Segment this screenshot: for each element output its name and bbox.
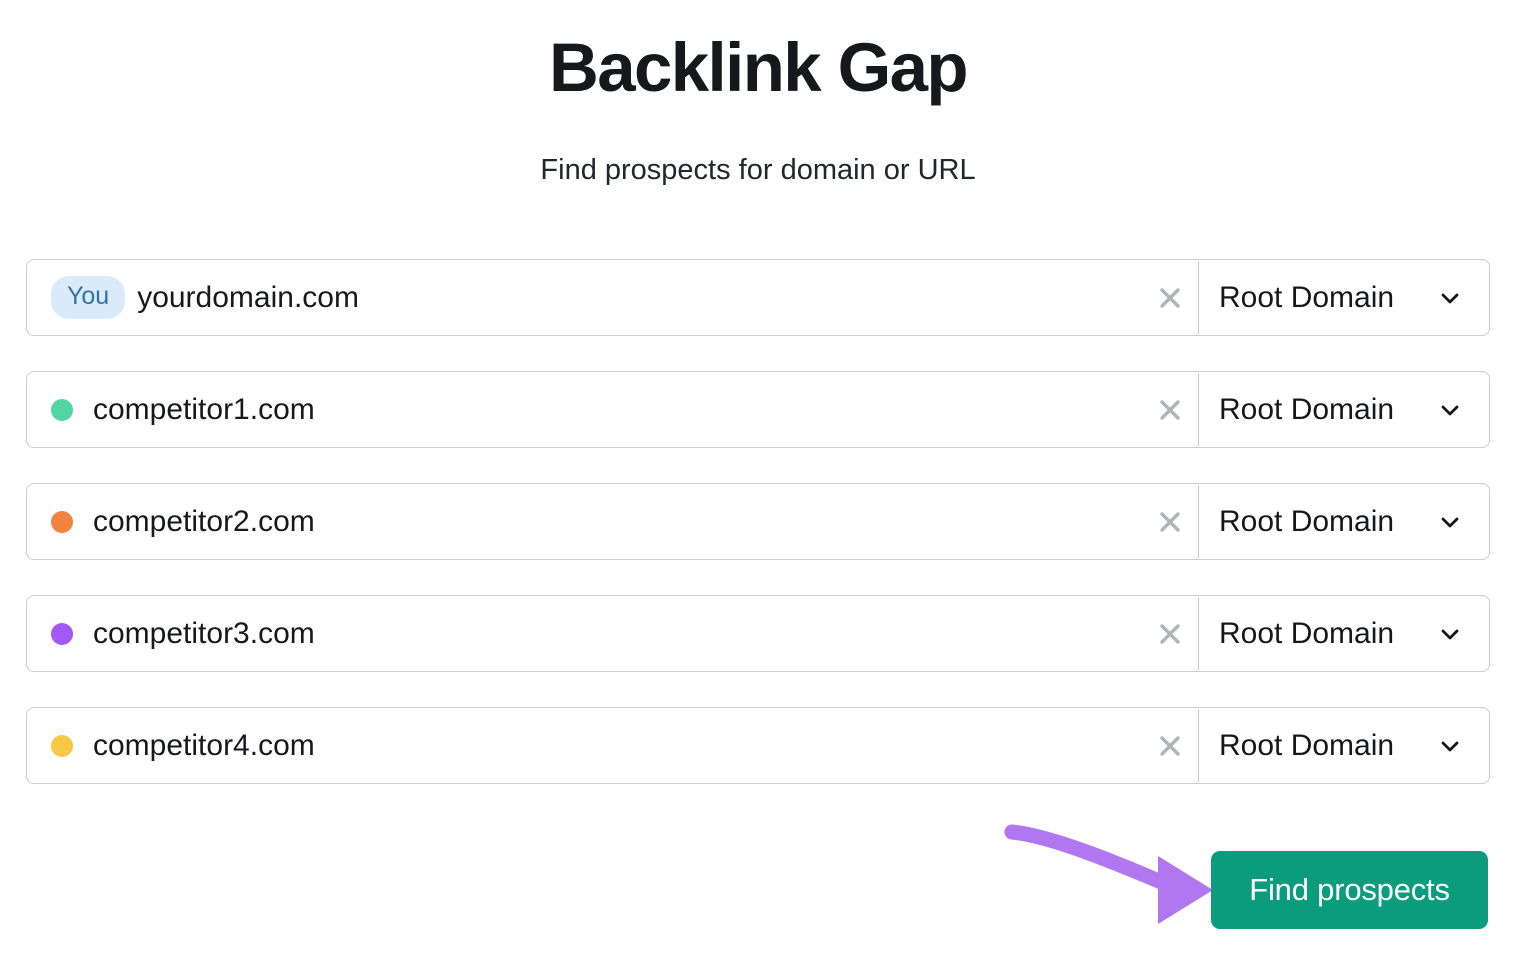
close-icon: [1156, 396, 1184, 424]
backlink-gap-page: Backlink Gap Find prospects for domain o…: [0, 0, 1516, 966]
domain-input[interactable]: You yourdomain.com: [27, 260, 1142, 335]
find-prospects-button[interactable]: Find prospects: [1211, 851, 1488, 929]
curved-arrow-right-icon: [990, 812, 1230, 942]
close-icon: [1156, 284, 1184, 312]
close-icon: [1156, 620, 1184, 648]
page-header: Backlink Gap Find prospects for domain o…: [0, 0, 1516, 188]
competitor-color-dot: [51, 510, 73, 533]
page-subtitle: Find prospects for domain or URL: [540, 154, 976, 186]
domain-input[interactable]: competitor3.com: [27, 596, 1142, 671]
domain-row: You yourdomain.com Root Domain: [26, 259, 1490, 336]
domain-row: competitor2.com Root Domain: [26, 483, 1490, 560]
close-icon: [1156, 508, 1184, 536]
scope-select[interactable]: Root Domain: [1199, 260, 1489, 335]
chevron-down-icon: [1437, 621, 1463, 647]
domain-value: competitor2.com: [93, 504, 315, 538]
domain-row: competitor4.com Root Domain: [26, 707, 1490, 784]
domain-value: competitor1.com: [93, 392, 315, 426]
close-icon: [1156, 732, 1184, 760]
clear-domain-button[interactable]: [1142, 596, 1198, 671]
you-badge: You: [51, 276, 126, 319]
domain-value: competitor3.com: [93, 616, 315, 650]
competitor-color-dot: [51, 398, 73, 421]
page-title: Backlink Gap: [549, 29, 969, 106]
scope-select-value: Root Domain: [1219, 280, 1395, 314]
scope-select[interactable]: Root Domain: [1199, 596, 1489, 671]
scope-select[interactable]: Root Domain: [1199, 372, 1489, 447]
domain-value: competitor4.com: [93, 728, 315, 762]
clear-domain-button[interactable]: [1142, 484, 1198, 559]
domain-input-list: You yourdomain.com Root Domain competito…: [26, 259, 1490, 819]
scope-select-value: Root Domain: [1219, 504, 1395, 538]
domain-row: competitor3.com Root Domain: [26, 595, 1490, 672]
domain-input[interactable]: competitor1.com: [27, 372, 1142, 447]
clear-domain-button[interactable]: [1142, 708, 1198, 783]
scope-select[interactable]: Root Domain: [1199, 708, 1489, 783]
scope-select-value: Root Domain: [1219, 728, 1395, 762]
scope-select[interactable]: Root Domain: [1199, 484, 1489, 559]
chevron-down-icon: [1437, 733, 1463, 759]
domain-row: competitor1.com Root Domain: [26, 371, 1490, 448]
scope-select-value: Root Domain: [1219, 392, 1395, 426]
chevron-down-icon: [1437, 397, 1463, 423]
chevron-down-icon: [1437, 285, 1463, 311]
chevron-down-icon: [1437, 509, 1463, 535]
scope-select-value: Root Domain: [1219, 616, 1395, 650]
competitor-color-dot: [51, 622, 73, 645]
competitor-color-dot: [51, 734, 73, 757]
domain-input[interactable]: competitor4.com: [27, 708, 1142, 783]
domain-value: yourdomain.com: [137, 280, 359, 314]
clear-domain-button[interactable]: [1142, 372, 1198, 447]
domain-input[interactable]: competitor2.com: [27, 484, 1142, 559]
clear-domain-button[interactable]: [1142, 260, 1198, 335]
